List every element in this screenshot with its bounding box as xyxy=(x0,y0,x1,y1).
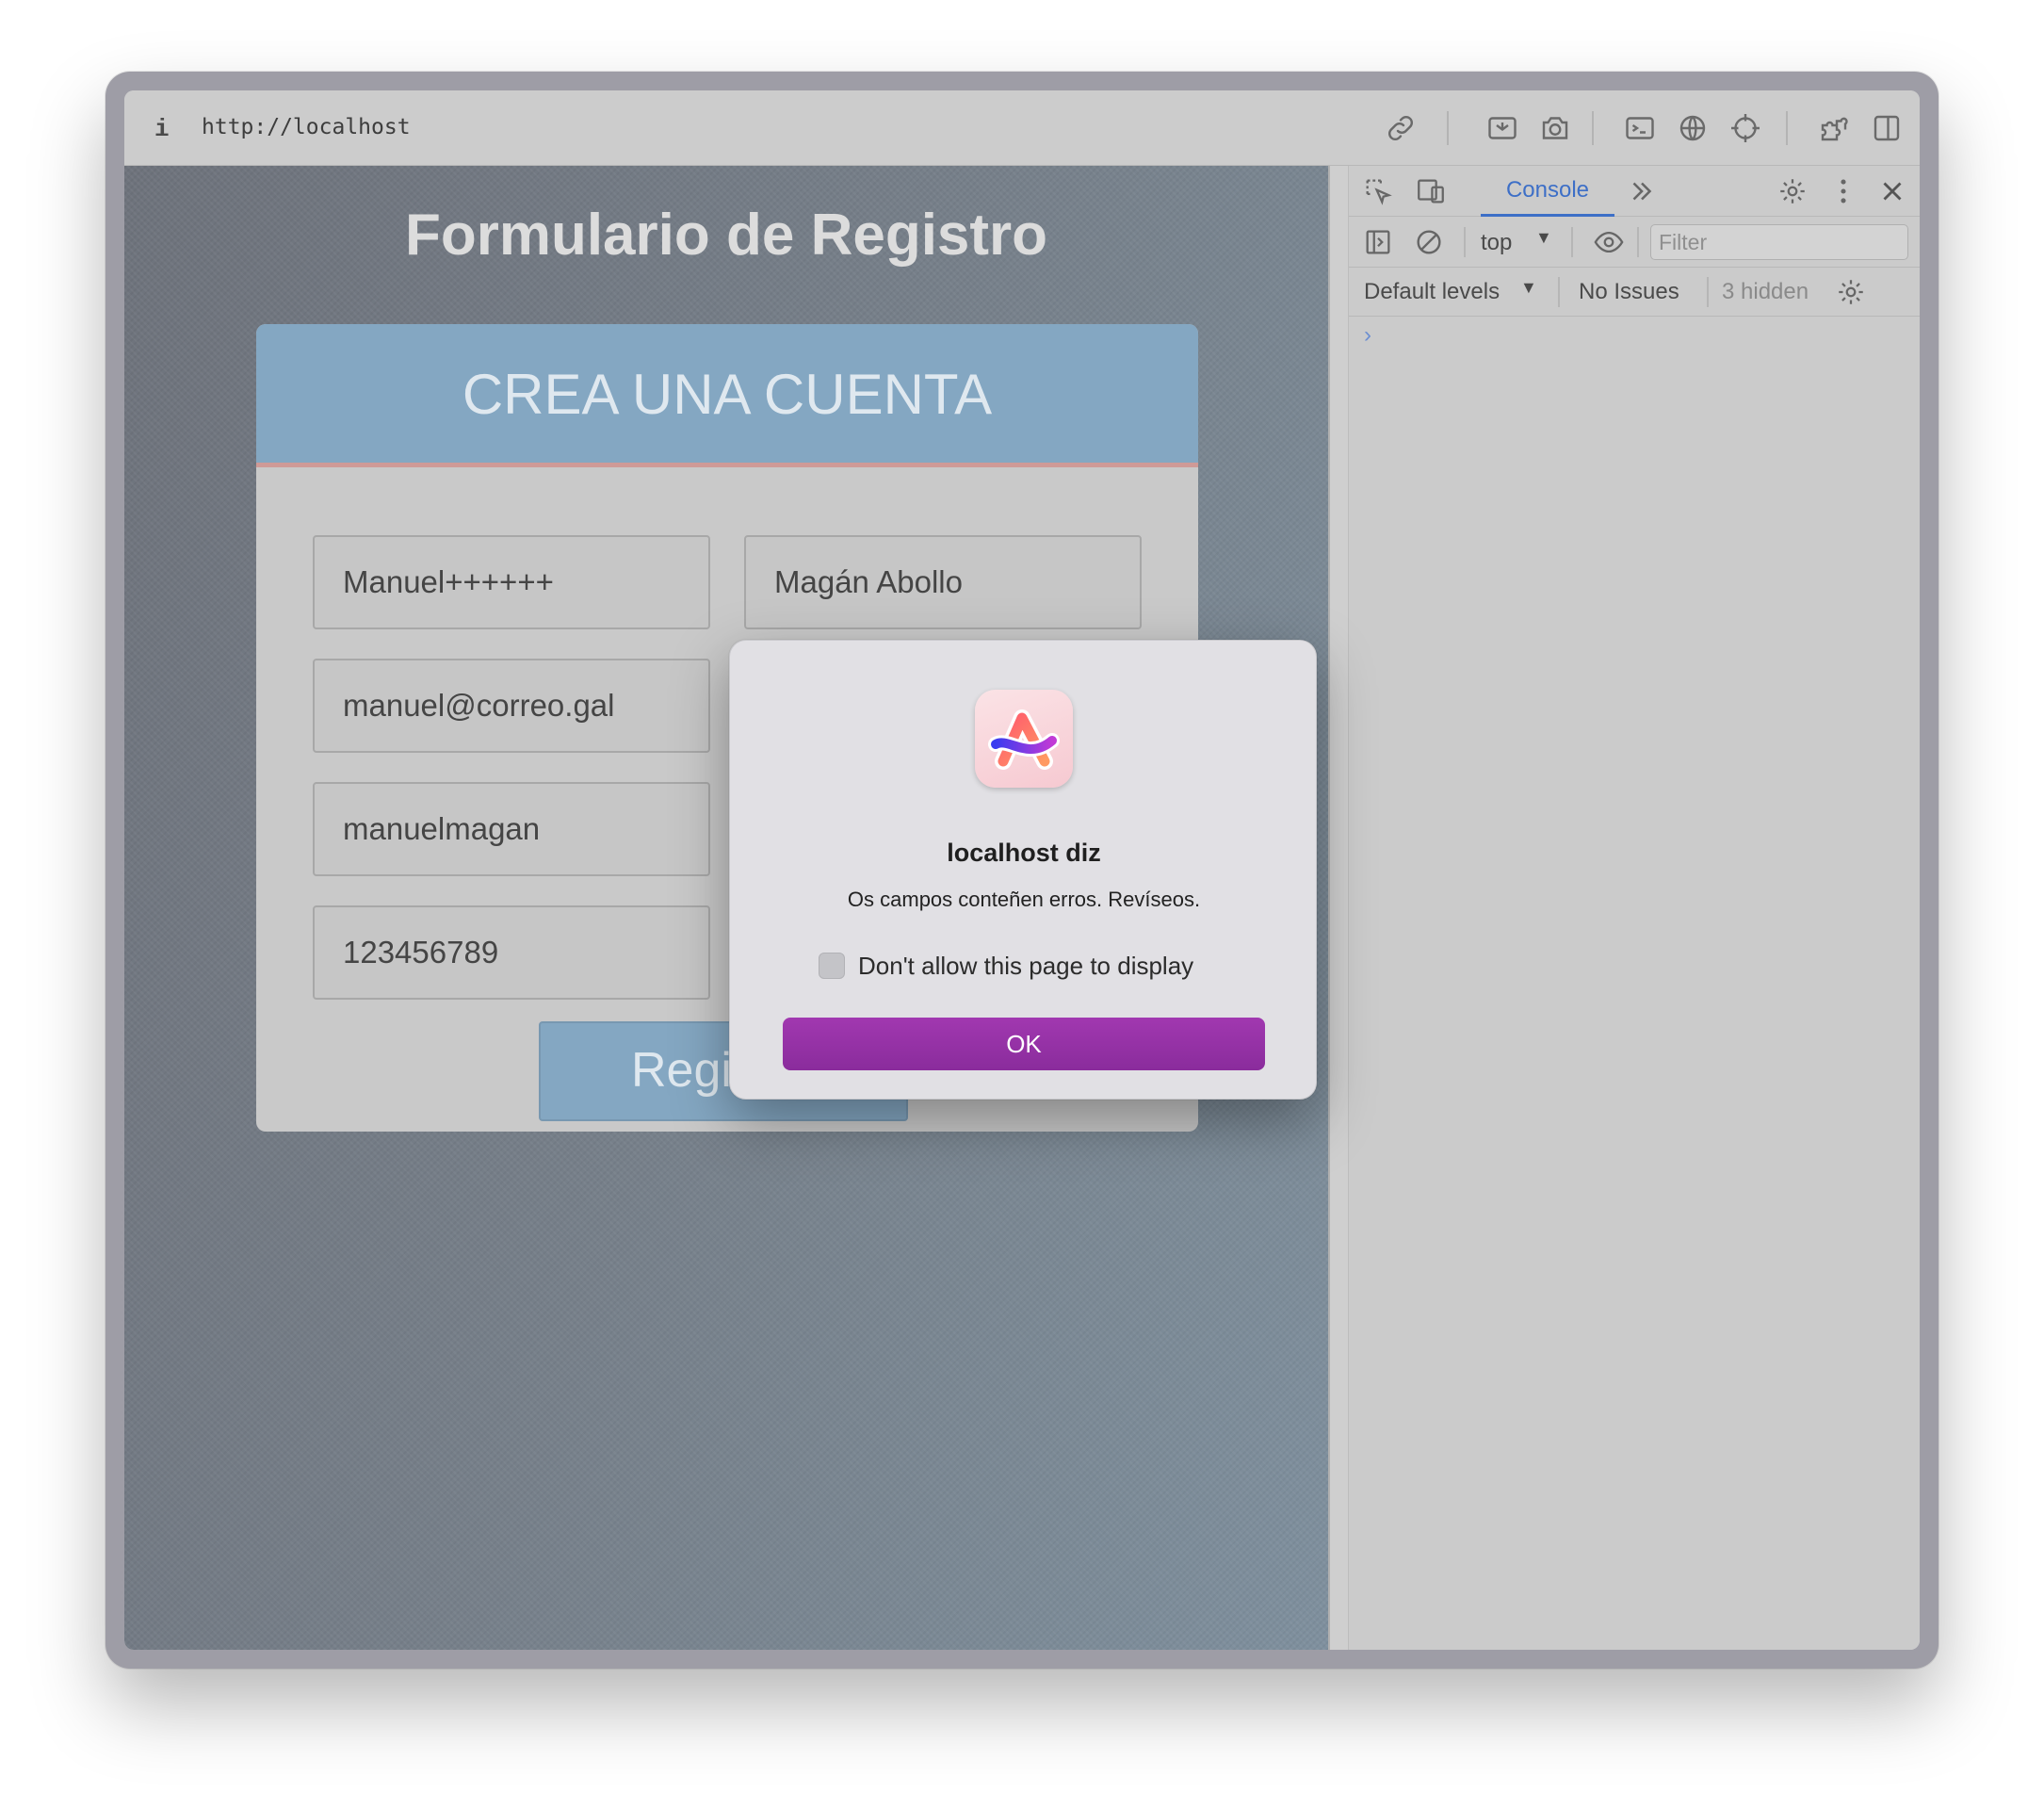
toolbar-divider xyxy=(1464,227,1466,257)
console-settings-icon[interactable] xyxy=(1835,276,1867,308)
suppress-dialogs-checkbox[interactable] xyxy=(819,953,845,979)
toolbar-divider xyxy=(1592,111,1594,145)
more-tabs-icon[interactable] xyxy=(1626,175,1658,207)
toolbar-divider xyxy=(1571,227,1573,257)
console-prompt[interactable]: › xyxy=(1364,322,1371,349)
console-status-bar: Default levels ▼ No Issues 3 hidden xyxy=(1349,268,1920,317)
info-icon[interactable]: i xyxy=(154,115,177,143)
tab-console[interactable]: Console xyxy=(1481,166,1614,217)
clear-console-icon[interactable] xyxy=(1413,226,1445,258)
eye-icon[interactable] xyxy=(1590,226,1628,258)
card-header: CREA UNA CUENTA xyxy=(256,324,1198,467)
username-field[interactable]: manuelmagan xyxy=(313,782,710,876)
dialog-title: localhost diz xyxy=(947,839,1101,867)
ok-button[interactable]: OK xyxy=(783,1018,1265,1070)
kebab-menu-icon[interactable] xyxy=(1827,175,1859,207)
sidebar-toggle-icon[interactable] xyxy=(1362,226,1394,258)
console-toolbar: top ▼ Filter xyxy=(1349,217,1920,268)
toolbar-divider xyxy=(1558,277,1560,307)
toolbar-divider xyxy=(1637,227,1639,257)
arc-browser-icon xyxy=(975,690,1073,788)
settings-gear-icon[interactable] xyxy=(1776,175,1809,207)
first-name-field[interactable]: Manuel++++++ xyxy=(313,535,710,629)
url-field[interactable]: http://localhost xyxy=(202,115,411,139)
toolbar-divider xyxy=(1707,277,1709,307)
email-field[interactable]: manuel@correo.gal xyxy=(313,659,710,753)
link-icon[interactable] xyxy=(1383,111,1419,145)
toolbar-divider xyxy=(1786,111,1788,145)
globe-icon[interactable] xyxy=(1675,111,1711,145)
alert-dialog: localhost diz Os campos conteñen erros. … xyxy=(729,640,1317,1100)
devtools-panel: Console top ▼ Filter Default levels ▼ No… xyxy=(1328,166,1920,1650)
toolbar-divider xyxy=(1447,111,1449,145)
suppress-dialogs-label[interactable]: Don't allow this page to display xyxy=(858,952,1193,981)
page-title: Formulario de Registro xyxy=(404,203,1048,268)
close-icon[interactable] xyxy=(1876,175,1908,207)
card-header-title: CREA UNA CUENTA xyxy=(462,363,993,426)
context-selector[interactable]: top xyxy=(1481,230,1512,256)
chevron-down-icon[interactable]: ▼ xyxy=(1535,228,1552,248)
toolbar: i http://localhost xyxy=(124,90,1920,166)
crosshair-icon[interactable] xyxy=(1728,111,1763,145)
capture-icon[interactable] xyxy=(1484,111,1520,145)
extensions-icon[interactable] xyxy=(1816,111,1852,145)
devtools-tabbar: Console xyxy=(1349,166,1920,217)
chevron-down-icon[interactable]: ▼ xyxy=(1520,278,1537,298)
issues-count[interactable]: No Issues xyxy=(1579,279,1679,305)
split-view-icon[interactable] xyxy=(1869,111,1905,145)
phone-field[interactable]: 123456789 xyxy=(313,905,710,1000)
terminal-icon[interactable] xyxy=(1622,111,1658,145)
log-levels-dropdown[interactable]: Default levels xyxy=(1364,279,1500,305)
hidden-count: 3 hidden xyxy=(1722,279,1809,304)
inspect-element-icon[interactable] xyxy=(1362,175,1394,207)
last-name-field[interactable]: Magán Abollo xyxy=(744,535,1142,629)
filter-input[interactable]: Filter xyxy=(1650,224,1908,260)
camera-icon[interactable] xyxy=(1537,111,1573,145)
devtools-resize-handle[interactable] xyxy=(1330,166,1349,1650)
dialog-message: Os campos conteñen erros. Revíseos. xyxy=(847,888,1201,911)
device-toolbar-icon[interactable] xyxy=(1415,175,1447,207)
